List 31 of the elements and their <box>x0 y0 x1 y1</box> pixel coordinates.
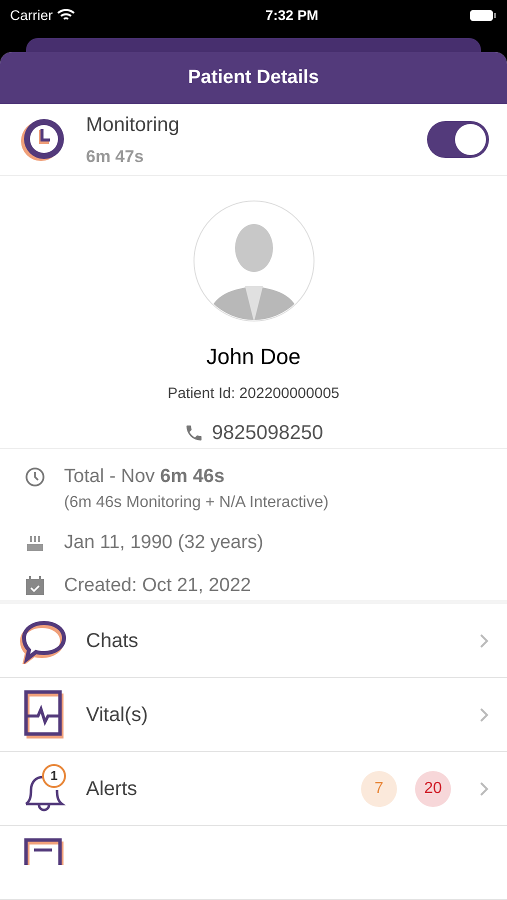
chevron-right-icon <box>479 780 489 796</box>
info-text: Total - Nov 6m 46s <box>64 464 226 488</box>
menu-row[interactable]: 1 Alerts 7 20 <box>0 752 507 826</box>
heart-monitor-icon <box>22 690 66 740</box>
wifi-icon <box>56 8 75 22</box>
menu-label: Chats <box>86 628 138 654</box>
clock-icon <box>24 466 46 488</box>
count-badge: 7 <box>361 770 397 806</box>
patient-name: John Doe <box>206 343 301 371</box>
phone-number: 9825098250 <box>212 420 324 446</box>
calendar-icon <box>24 574 46 596</box>
phone-icon <box>184 422 204 442</box>
patient-id: Patient Id: 202200000005 <box>168 384 340 404</box>
document-icon <box>22 838 66 865</box>
status-time: 7:32 PM <box>265 6 318 24</box>
monitoring-toggle[interactable] <box>427 120 489 158</box>
menu-row[interactable]: Chats <box>0 604 507 678</box>
menu-label: Vital(s) <box>86 702 148 728</box>
count-badge: 20 <box>415 770 451 806</box>
chevron-right-icon <box>479 706 489 722</box>
monitoring-label: Monitoring <box>86 112 180 138</box>
info-subtext: (6m 46s Monitoring + N/A Interactive) <box>64 493 329 513</box>
info-text: Jan 11, 1990 (32 years) <box>64 531 264 555</box>
battery-icon <box>468 8 497 22</box>
header-title: Patient Details <box>188 66 319 90</box>
menu-row[interactable]: Vital(s) <box>0 678 507 752</box>
info-text: Created: Oct 21, 2022 <box>64 574 251 598</box>
carrier-label: Carrier <box>10 6 53 24</box>
menu-label: Alerts <box>86 776 138 802</box>
chevron-right-icon <box>479 632 489 648</box>
monitoring-duration: 6m 47s <box>86 146 145 168</box>
